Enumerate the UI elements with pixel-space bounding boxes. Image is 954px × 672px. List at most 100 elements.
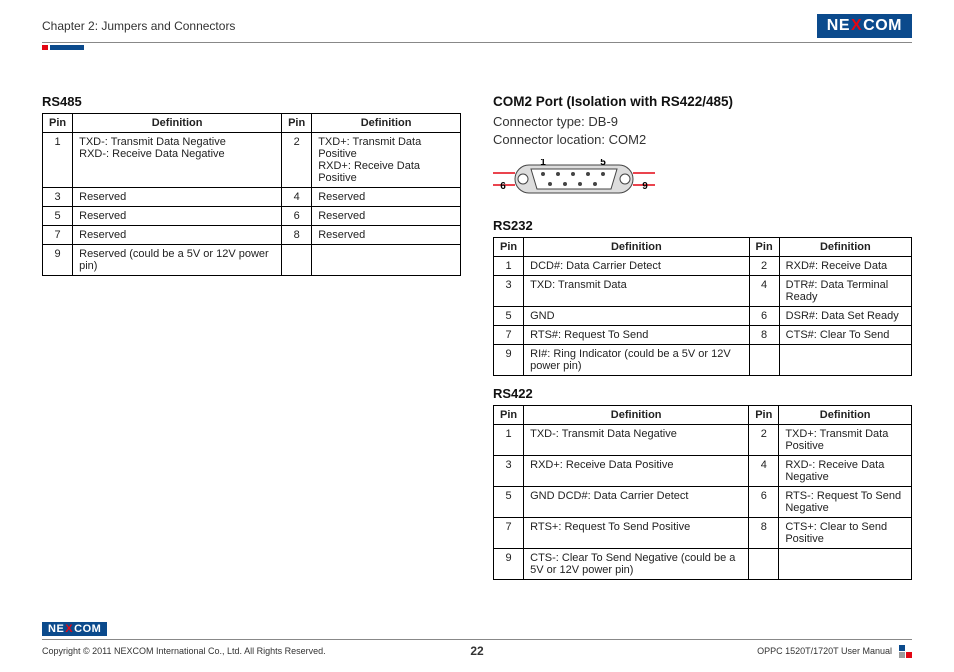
def-cell: Reserved xyxy=(73,188,282,207)
table-row: 1TXD-: Transmit Data Negative2TXD+: Tran… xyxy=(494,425,912,456)
def-cell: TXD+: Transmit Data PositiveRXD+: Receiv… xyxy=(312,133,461,188)
def-cell: CTS+: Clear to Send Positive xyxy=(779,518,912,549)
def-cell: Reserved xyxy=(312,226,461,245)
th-def: Definition xyxy=(524,406,749,425)
pin-label-9: 9 xyxy=(642,181,648,192)
pin-cell: 7 xyxy=(43,226,73,245)
def-cell: GND DCD#: Data Carrier Detect xyxy=(524,487,749,518)
def-cell: DCD#: Data Carrier Detect xyxy=(524,257,749,276)
pin-cell: 1 xyxy=(494,425,524,456)
def-cell: GND xyxy=(524,307,749,326)
def-cell: RXD-: Receive Data Negative xyxy=(779,456,912,487)
pin-cell: 4 xyxy=(749,456,779,487)
def-cell: Reserved xyxy=(73,207,282,226)
left-column: RS485 Pin Definition Pin Definition 1TXD… xyxy=(42,90,461,590)
pin-label-5: 5 xyxy=(600,159,606,168)
th-pin: Pin xyxy=(494,406,524,425)
pin-cell: 4 xyxy=(282,188,312,207)
table-row: 9RI#: Ring Indicator (could be a 5V or 1… xyxy=(494,345,912,376)
pin-cell xyxy=(749,549,779,580)
def-cell: Reserved (could be a 5V or 12V power pin… xyxy=(73,245,282,276)
logo-main: NEXCOM xyxy=(817,14,912,38)
def-cell: CTS#: Clear To Send xyxy=(779,326,911,345)
pin-cell: 9 xyxy=(494,345,524,376)
pin-label-6: 6 xyxy=(500,181,506,192)
def-cell: TXD-: Transmit Data Negative xyxy=(524,425,749,456)
table-row: 1DCD#: Data Carrier Detect2RXD#: Receive… xyxy=(494,257,912,276)
def-cell: Reserved xyxy=(312,207,461,226)
rs232-tbody: 1DCD#: Data Carrier Detect2RXD#: Receive… xyxy=(494,257,912,376)
pin-cell: 2 xyxy=(749,257,779,276)
table-row: 7Reserved8Reserved xyxy=(43,226,461,245)
th-pin: Pin xyxy=(282,114,312,133)
pin-cell: 5 xyxy=(494,307,524,326)
th-def: Definition xyxy=(779,238,911,257)
manual-squares-icon xyxy=(898,644,912,658)
table-row: 7RTS#: Request To Send8CTS#: Clear To Se… xyxy=(494,326,912,345)
table-row: 1TXD-: Transmit Data NegativeRXD-: Recei… xyxy=(43,133,461,188)
def-cell: TXD: Transmit Data xyxy=(524,276,749,307)
pin-cell: 8 xyxy=(749,326,779,345)
table-row: 5GND DCD#: Data Carrier Detect6RTS-: Req… xyxy=(494,487,912,518)
pin-cell: 9 xyxy=(43,245,73,276)
table-header-row: Pin Definition Pin Definition xyxy=(43,114,461,133)
def-cell: DTR#: Data Terminal Ready xyxy=(779,276,911,307)
accent-red xyxy=(42,45,48,50)
table-row: 9Reserved (could be a 5V or 12V power pi… xyxy=(43,245,461,276)
copyright-text: Copyright © 2011 NEXCOM International Co… xyxy=(42,646,326,656)
table-row: 3RXD+: Receive Data Positive4RXD-: Recei… xyxy=(494,456,912,487)
table-row: 5Reserved6Reserved xyxy=(43,207,461,226)
pin-cell: 4 xyxy=(749,276,779,307)
pin-cell: 6 xyxy=(749,307,779,326)
pin-cell: 1 xyxy=(494,257,524,276)
rs422-tbody: 1TXD-: Transmit Data Negative2TXD+: Tran… xyxy=(494,425,912,580)
table-header-row: Pin Definition Pin Definition xyxy=(494,238,912,257)
rs232-table: Pin Definition Pin Definition 1DCD#: Dat… xyxy=(493,237,912,376)
pin-cell: 2 xyxy=(282,133,312,188)
right-column: COM2 Port (Isolation with RS422/485) Con… xyxy=(493,90,912,590)
def-cell: RTS+: Request To Send Positive xyxy=(524,518,749,549)
logo-pre: NE xyxy=(48,623,64,635)
rs232-heading: RS232 xyxy=(493,218,912,233)
pin-cell: 7 xyxy=(494,326,524,345)
pin-cell: 6 xyxy=(282,207,312,226)
pin-label-1: 1 xyxy=(540,159,546,168)
table-row: 5GND6DSR#: Data Set Ready xyxy=(494,307,912,326)
pin-cell: 9 xyxy=(494,549,524,580)
db9-diagram: 1 5 6 9 xyxy=(493,159,912,202)
def-cell xyxy=(779,345,911,376)
th-def: Definition xyxy=(73,114,282,133)
th-def: Definition xyxy=(524,238,749,257)
def-cell: Reserved xyxy=(312,188,461,207)
def-cell: RXD+: Receive Data Positive xyxy=(524,456,749,487)
pin-cell: 2 xyxy=(749,425,779,456)
pin-cell: 8 xyxy=(282,226,312,245)
th-pin: Pin xyxy=(494,238,524,257)
th-def: Definition xyxy=(779,406,912,425)
accent-bar xyxy=(42,45,912,50)
table-row: 3Reserved4Reserved xyxy=(43,188,461,207)
pin-cell: 8 xyxy=(749,518,779,549)
rs485-table: Pin Definition Pin Definition 1TXD-: Tra… xyxy=(42,113,461,276)
logo-footer: NEXCOM xyxy=(42,622,107,636)
th-pin: Pin xyxy=(749,406,779,425)
pin-cell: 3 xyxy=(494,276,524,307)
table-header-row: Pin Definition Pin Definition xyxy=(494,406,912,425)
def-cell: RTS#: Request To Send xyxy=(524,326,749,345)
connector-location: Connector location: COM2 xyxy=(493,131,912,149)
def-cell: RTS-: Request To Send Negative xyxy=(779,487,912,518)
def-cell: TXD+: Transmit Data Positive xyxy=(779,425,912,456)
rs485-tbody: 1TXD-: Transmit Data NegativeRXD-: Recei… xyxy=(43,133,461,276)
logo-x-icon: X xyxy=(64,623,74,635)
pin-cell xyxy=(282,245,312,276)
com2-heading: COM2 Port (Isolation with RS422/485) xyxy=(493,94,912,109)
pin-cell: 7 xyxy=(494,518,524,549)
pin-cell: 3 xyxy=(494,456,524,487)
def-cell: Reserved xyxy=(73,226,282,245)
table-row: 9CTS-: Clear To Send Negative (could be … xyxy=(494,549,912,580)
def-cell: RXD#: Receive Data xyxy=(779,257,911,276)
pin-cell: 5 xyxy=(494,487,524,518)
th-pin: Pin xyxy=(43,114,73,133)
def-cell: RI#: Ring Indicator (could be a 5V or 12… xyxy=(524,345,749,376)
rs422-table: Pin Definition Pin Definition 1TXD-: Tra… xyxy=(493,405,912,580)
